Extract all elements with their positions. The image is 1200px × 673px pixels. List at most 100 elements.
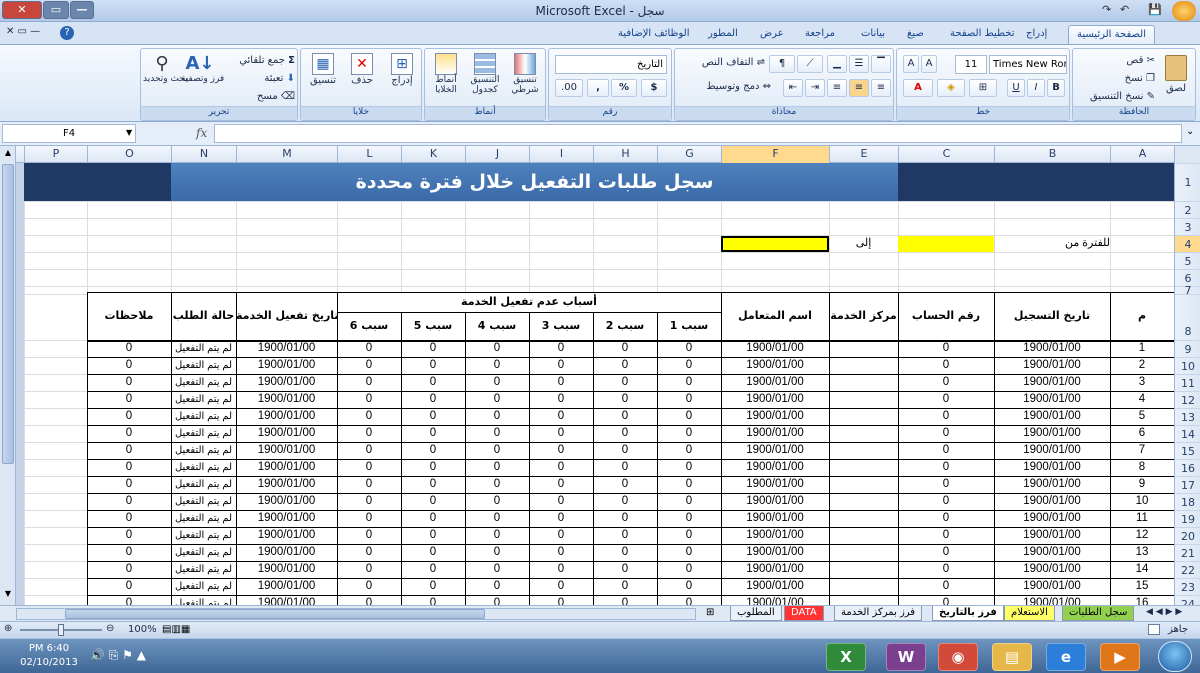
cell-reason[interactable]: 0 — [401, 357, 465, 374]
help-icon[interactable]: ? — [60, 26, 74, 40]
cell-reason[interactable]: 0 — [593, 425, 657, 442]
cell-notes[interactable]: 0 — [87, 578, 171, 595]
cell-number[interactable]: 15 — [1110, 578, 1174, 595]
tray-icons[interactable]: 🔊 ⎘ ⚑ ▲ — [90, 648, 146, 663]
row-header[interactable]: 19 — [1175, 510, 1200, 527]
cell-notes[interactable]: 0 — [87, 561, 171, 578]
cell-account-number[interactable]: 0 — [898, 476, 994, 493]
cell-account-number[interactable]: 0 — [898, 408, 994, 425]
cell-registration-date[interactable]: 1900/01/00 — [994, 595, 1110, 605]
column-header-f[interactable]: F — [721, 146, 829, 163]
row-header[interactable]: 22 — [1175, 561, 1200, 578]
cell-styles-button[interactable]: أنماط الخلايا — [427, 53, 465, 95]
cell-reason[interactable]: 0 — [657, 340, 721, 357]
column-header-i[interactable]: I — [529, 146, 593, 163]
column-header-o[interactable]: O — [87, 146, 171, 163]
cell-account-number[interactable]: 0 — [898, 544, 994, 561]
cell-registration-date[interactable]: 1900/01/00 — [994, 459, 1110, 476]
merge-center-button[interactable]: دمج وتوسيط ⇔ — [681, 81, 771, 92]
cell-notes[interactable]: 0 — [87, 391, 171, 408]
cell-account-number[interactable]: 0 — [898, 459, 994, 476]
cell-reason[interactable]: 0 — [593, 357, 657, 374]
cell-activation-date[interactable]: 1900/01/00 — [236, 442, 337, 459]
horizontal-scrollbar[interactable] — [16, 608, 696, 620]
taskbar-mediaplayer-icon[interactable]: ▶ — [1100, 643, 1140, 671]
cell-notes[interactable]: 0 — [87, 510, 171, 527]
cell-reason[interactable]: 0 — [337, 561, 401, 578]
cell-reason[interactable]: 0 — [465, 391, 529, 408]
autosum-button[interactable]: جمع تلقائي Σ — [221, 55, 295, 66]
cell-activation-date[interactable]: 1900/01/00 — [236, 425, 337, 442]
cell-customer-name[interactable]: 1900/01/00 — [721, 408, 829, 425]
cell-customer-name[interactable]: 1900/01/00 — [721, 425, 829, 442]
cell-reason[interactable]: 0 — [529, 561, 593, 578]
cell-reason[interactable]: 0 — [337, 476, 401, 493]
cell-notes[interactable]: 0 — [87, 459, 171, 476]
cell-reason[interactable]: 0 — [657, 374, 721, 391]
cell-reason[interactable]: 0 — [593, 527, 657, 544]
cell-account-number[interactable]: 0 — [898, 595, 994, 605]
column-header-b[interactable]: B — [994, 146, 1110, 163]
cell-reason[interactable]: 0 — [593, 340, 657, 357]
cell-reason[interactable]: 0 — [657, 561, 721, 578]
cell-reason[interactable]: 0 — [337, 425, 401, 442]
column-header-k[interactable]: K — [401, 146, 465, 163]
cell-request-status[interactable]: لم يتم التفعيل — [171, 578, 236, 595]
paste-button[interactable]: لصق — [1159, 53, 1193, 103]
cell-reason[interactable]: 0 — [401, 476, 465, 493]
cell-number[interactable]: 8 — [1110, 459, 1174, 476]
cell-reason[interactable]: 0 — [465, 374, 529, 391]
row-header[interactable]: 8 — [1175, 294, 1200, 340]
cell-reason[interactable]: 0 — [465, 561, 529, 578]
row-header[interactable]: 18 — [1175, 493, 1200, 510]
orientation-button[interactable]: ⟋ — [797, 55, 823, 73]
cell-number[interactable]: 1 — [1110, 340, 1174, 357]
cell-reason[interactable]: 0 — [593, 476, 657, 493]
cell-reason[interactable]: 0 — [401, 578, 465, 595]
row-header[interactable]: 7 — [1175, 285, 1200, 296]
cell-request-status[interactable]: لم يتم التفعيل — [171, 357, 236, 374]
cell-number[interactable]: 14 — [1110, 561, 1174, 578]
undo-icon[interactable]: ↶ — [1120, 3, 1129, 16]
cell-reason[interactable]: 0 — [529, 340, 593, 357]
cell-notes[interactable]: 0 — [87, 357, 171, 374]
align-center-button[interactable]: ≡ — [849, 79, 869, 97]
cell-activation-date[interactable]: 1900/01/00 — [236, 578, 337, 595]
cell-registration-date[interactable]: 1900/01/00 — [994, 578, 1110, 595]
row-header[interactable]: 16 — [1175, 459, 1200, 476]
cell-notes[interactable]: 0 — [87, 340, 171, 357]
tab-page-layout[interactable]: تخطيط الصفحة — [942, 25, 1023, 44]
tab-home[interactable]: الصفحة الرئيسية — [1068, 25, 1155, 44]
cell-request-status[interactable]: لم يتم التفعيل — [171, 527, 236, 544]
cell-reason[interactable]: 0 — [337, 595, 401, 605]
cell-reason[interactable]: 0 — [593, 408, 657, 425]
font-name-box[interactable]: Times New Roma — [989, 55, 1067, 74]
increase-decimal-button[interactable]: .00 — [555, 79, 583, 97]
cell-reason[interactable]: 0 — [465, 340, 529, 357]
cell-customer-name[interactable]: 1900/01/00 — [721, 544, 829, 561]
column-header-e[interactable]: E — [829, 146, 898, 163]
find-select-button[interactable]: ⚲ بحث وتحديد — [143, 53, 188, 84]
cell-reason[interactable]: 0 — [337, 510, 401, 527]
cell-registration-date[interactable]: 1900/01/00 — [994, 357, 1110, 374]
cell-reason[interactable]: 0 — [657, 442, 721, 459]
cell-reason[interactable]: 0 — [337, 527, 401, 544]
row-header[interactable]: 14 — [1175, 425, 1200, 442]
cell-reason[interactable]: 0 — [529, 408, 593, 425]
cell-activation-date[interactable]: 1900/01/00 — [236, 544, 337, 561]
row-header[interactable]: 23 — [1175, 578, 1200, 595]
cell-number[interactable]: 12 — [1110, 527, 1174, 544]
cell-reason[interactable]: 0 — [337, 340, 401, 357]
format-painter-button[interactable]: نسخ التنسيق ✎ — [1077, 91, 1155, 102]
cell-notes[interactable]: 0 — [87, 425, 171, 442]
cell-reason[interactable]: 0 — [401, 442, 465, 459]
view-buttons[interactable]: ▤▥▦ — [162, 624, 190, 635]
cell-reason[interactable]: 0 — [657, 595, 721, 605]
align-middle-button[interactable]: ☰ — [849, 55, 869, 73]
cell-reason[interactable]: 0 — [337, 544, 401, 561]
column-header-a[interactable]: A — [1110, 146, 1174, 163]
cell-notes[interactable]: 0 — [87, 493, 171, 510]
cell-reason[interactable]: 0 — [465, 476, 529, 493]
cell-reason[interactable]: 0 — [657, 493, 721, 510]
cell-reason[interactable]: 0 — [465, 357, 529, 374]
